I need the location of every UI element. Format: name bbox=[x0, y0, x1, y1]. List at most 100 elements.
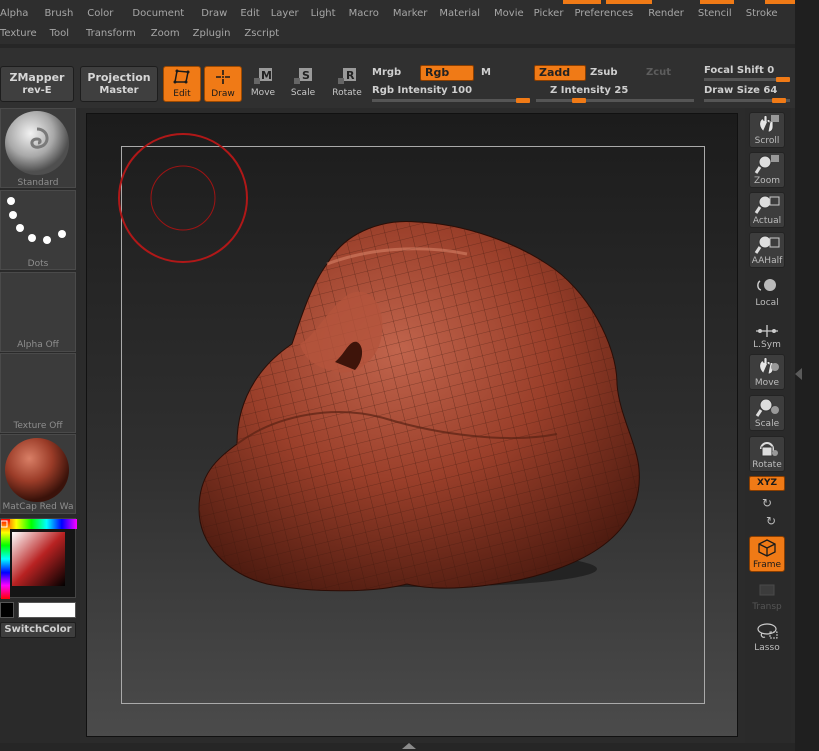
m-toggle[interactable]: M bbox=[481, 67, 491, 78]
local-button[interactable]: Local bbox=[749, 274, 785, 310]
zoom-icon bbox=[750, 153, 784, 176]
draw-size-slider-label[interactable]: Draw Size 64 bbox=[704, 85, 777, 96]
left-palette: Standard Dots Alpha Off Texture Off MatC… bbox=[0, 108, 80, 751]
main-color-swatch[interactable] bbox=[18, 602, 76, 618]
zmapper-button[interactable]: ZMapper rev-E bbox=[0, 66, 74, 102]
transp-button[interactable]: Transp bbox=[749, 578, 785, 614]
draw-size-knob[interactable] bbox=[772, 98, 786, 103]
draw-button[interactable]: Draw bbox=[204, 66, 242, 102]
mrgb-toggle[interactable]: Mrgb bbox=[372, 67, 401, 78]
menu-tool[interactable]: Tool bbox=[50, 25, 69, 43]
rotate-y-toggle[interactable]: ↻ bbox=[759, 496, 775, 510]
focal-shift-knob[interactable] bbox=[776, 77, 790, 82]
right-scroll-strip[interactable] bbox=[795, 0, 819, 751]
switch-color-label: SwitchColor bbox=[4, 624, 72, 635]
stroke-thumbnail[interactable] bbox=[0, 190, 76, 270]
projection-sub: Master bbox=[99, 85, 139, 96]
secondary-color-swatch[interactable] bbox=[0, 602, 14, 618]
menu-color[interactable]: Color bbox=[87, 5, 113, 23]
rgb-intensity-knob[interactable] bbox=[516, 98, 530, 103]
rgb-intensity-slider-label[interactable]: Rgb Intensity 100 bbox=[372, 85, 472, 96]
focal-shift-slider-label[interactable]: Focal Shift 0 bbox=[704, 65, 774, 76]
lasso-button[interactable]: Lasso bbox=[749, 619, 785, 655]
z-intensity-slider-label[interactable]: Z Intensity 25 bbox=[550, 85, 628, 96]
rgb-label: Rgb bbox=[425, 66, 450, 79]
document-canvas[interactable] bbox=[86, 113, 738, 737]
scroll-label: Scroll bbox=[754, 136, 780, 146]
projection-master-button[interactable]: Projection Master bbox=[80, 66, 158, 102]
menu-transform[interactable]: Transform bbox=[86, 25, 136, 43]
scale-view-button[interactable]: Scale bbox=[749, 395, 785, 431]
z-intensity-knob[interactable] bbox=[572, 98, 586, 103]
frame-icon bbox=[750, 537, 784, 560]
brush-label: Standard bbox=[17, 178, 59, 188]
rotate-view-button[interactable]: Rotate bbox=[749, 436, 785, 472]
rotate-letter-icon: R bbox=[328, 66, 366, 88]
menu-document[interactable]: Document bbox=[132, 5, 184, 23]
menu-picker[interactable]: Picker bbox=[534, 5, 564, 23]
lsym-button[interactable]: L.Sym bbox=[749, 316, 785, 352]
stroke-label: Dots bbox=[27, 259, 49, 269]
menu-stroke[interactable]: Stroke bbox=[746, 5, 778, 23]
menu-layer[interactable]: Layer bbox=[271, 5, 299, 23]
actual-label: Actual bbox=[752, 216, 782, 226]
actual-button[interactable]: Actual bbox=[749, 192, 785, 228]
menu-zplugin[interactable]: Zplugin bbox=[193, 25, 231, 43]
rotate-z-toggle[interactable]: ↻ bbox=[763, 514, 779, 528]
menu-light[interactable]: Light bbox=[311, 5, 336, 23]
top-orange-tab-3[interactable] bbox=[700, 0, 734, 4]
menu-texture[interactable]: Texture bbox=[0, 25, 37, 43]
rotate-icon bbox=[750, 437, 784, 460]
zsub-toggle[interactable]: Zsub bbox=[590, 67, 617, 78]
bottom-expand-arrow-icon[interactable] bbox=[402, 743, 416, 749]
rgb-toggle[interactable]: Rgb bbox=[420, 65, 474, 81]
scale-letter-icon: S bbox=[284, 66, 322, 88]
top-orange-tab-2[interactable] bbox=[606, 0, 652, 4]
z-intensity-track[interactable] bbox=[536, 99, 694, 102]
scroll-icon bbox=[750, 113, 784, 136]
collapse-arrow-icon[interactable] bbox=[795, 368, 802, 380]
draw-label: Draw bbox=[211, 89, 235, 99]
scroll-button[interactable]: Scroll bbox=[749, 112, 785, 148]
move-view-label: Move bbox=[754, 378, 780, 388]
aahalf-button[interactable]: AAHalf bbox=[749, 232, 785, 268]
zadd-toggle[interactable]: Zadd bbox=[534, 65, 586, 81]
menu-brush[interactable]: Brush bbox=[44, 5, 73, 23]
brush-thumbnail[interactable] bbox=[0, 108, 76, 188]
color-picker[interactable] bbox=[0, 518, 77, 599]
menu-macro[interactable]: Macro bbox=[349, 5, 379, 23]
menu-zoom[interactable]: Zoom bbox=[151, 25, 180, 43]
menu-row-1: Alpha Brush Color Document Draw Edit Lay… bbox=[0, 5, 778, 23]
frame-button[interactable]: Frame bbox=[749, 536, 785, 572]
rgb-intensity-track[interactable] bbox=[372, 99, 530, 102]
zoom-button[interactable]: Zoom bbox=[749, 152, 785, 188]
scale-icon bbox=[750, 396, 784, 419]
top-orange-tab-4[interactable] bbox=[765, 0, 795, 4]
move-label: Move bbox=[250, 88, 276, 98]
move-view-button[interactable]: Move bbox=[749, 354, 785, 390]
top-orange-tab-1[interactable] bbox=[563, 0, 601, 4]
scale-button[interactable]: S Scale bbox=[284, 66, 322, 102]
lasso-icon bbox=[750, 620, 784, 643]
aahalf-label: AAHalf bbox=[751, 256, 783, 266]
xyz-toggle[interactable]: XYZ bbox=[749, 476, 785, 491]
menu-marker[interactable]: Marker bbox=[393, 5, 428, 23]
menu-alpha[interactable]: Alpha bbox=[0, 5, 28, 23]
menu-preferences[interactable]: Preferences bbox=[574, 5, 633, 23]
rotate-button[interactable]: R Rotate bbox=[328, 66, 366, 102]
menu-zscript[interactable]: Zscript bbox=[244, 25, 279, 43]
menu-draw[interactable]: Draw bbox=[201, 5, 227, 23]
edit-button[interactable]: Edit bbox=[163, 66, 201, 102]
menu-edit[interactable]: Edit bbox=[240, 5, 259, 23]
menu-stencil[interactable]: Stencil bbox=[698, 5, 732, 23]
menu-render[interactable]: Render bbox=[648, 5, 684, 23]
menu-material[interactable]: Material bbox=[439, 5, 480, 23]
move-button[interactable]: M Move bbox=[244, 66, 282, 102]
menu-movie[interactable]: Movie bbox=[494, 5, 524, 23]
menu-bar: Alpha Brush Color Document Draw Edit Lay… bbox=[0, 0, 795, 44]
color-picker-wheel[interactable] bbox=[0, 519, 77, 599]
zcut-toggle[interactable]: Zcut bbox=[646, 67, 671, 78]
aahalf-icon bbox=[750, 233, 784, 256]
alpha-label: Alpha Off bbox=[17, 340, 59, 350]
switch-color-button[interactable]: SwitchColor bbox=[0, 622, 76, 638]
